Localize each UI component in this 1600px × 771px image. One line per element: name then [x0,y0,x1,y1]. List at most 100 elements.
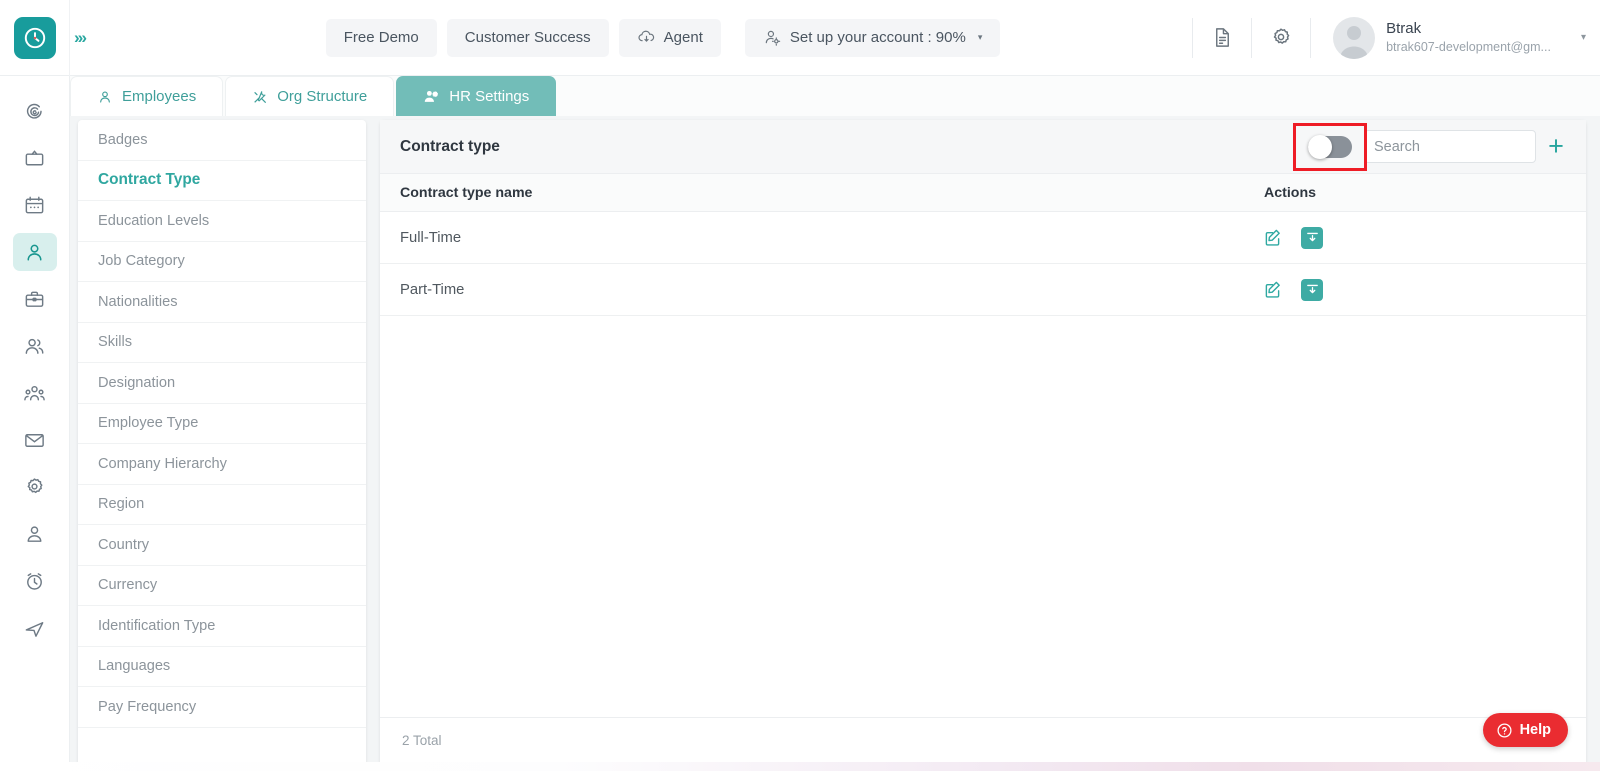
divider [1310,17,1312,58]
contract-type-panel: Contract type + Contract type name Actio… [380,120,1586,763]
column-header-actions: Actions [1264,184,1317,201]
cloud-download-icon [637,28,656,47]
gear-icon[interactable] [1258,15,1304,61]
sidebar-rail-employees[interactable] [12,233,57,271]
cell-contract-type-name: Full-Time [400,229,462,246]
page-title: Contract type [400,137,500,155]
sidebar-item-skills[interactable]: Skills [78,323,366,363]
user-menu[interactable]: Btrak btrak607-development@gm... ▾ [1317,0,1600,76]
triple-chevron-right-icon[interactable]: ››› [70,0,110,76]
sidebar-item-label: Job Category [98,253,185,270]
sidebar-item-pay-frequency[interactable]: Pay Frequency [78,687,366,728]
archive-icon[interactable] [1301,226,1323,249]
sidebar-item-region[interactable]: Region [78,485,366,525]
user-gear-icon [763,28,782,47]
sidebar-item-label: Pay Frequency [98,698,197,715]
top-icon-group [1186,0,1317,76]
free-demo-button[interactable]: Free Demo [325,18,437,57]
contract-type-table: Contract type name Actions Full-Time Par… [380,174,1586,763]
sidebar-item-identification-type[interactable]: Identification Type [78,606,366,647]
sidebar-item-currency[interactable]: Currency [78,566,366,606]
sidebar-item-label: Currency [98,577,158,594]
tab-hr-settings-label: HR Settings [449,88,530,105]
edit-icon[interactable] [1262,279,1283,300]
sidebar-item-label: Badges [98,131,148,148]
archive-icon[interactable] [1301,278,1323,301]
free-demo-label: Free Demo [343,29,419,46]
show-archived-toggle[interactable] [1308,134,1352,159]
main-tabs: Employees Org Structure HR Settings [70,76,1600,116]
top-center-actions: Free Demo Customer Success Agent Set up … [110,18,1186,57]
help-button[interactable]: Help [1482,713,1568,747]
customer-success-button[interactable]: Customer Success [446,18,609,57]
sidebar-item-label: Company Hierarchy [98,455,227,472]
sidebar-rail-profile[interactable] [13,515,57,553]
chevron-down-icon: ▾ [977,32,983,42]
bottom-gradient-strip [0,762,1600,771]
tab-employees[interactable]: Employees [70,76,224,116]
sidebar-item-company-hierarchy[interactable]: Company Hierarchy [78,444,366,485]
sidebar-item-badges[interactable]: Badges [78,120,366,161]
customer-success-label: Customer Success [464,29,591,46]
panel-header: Contract type + [380,120,1586,174]
help-label: Help [1519,722,1551,738]
sidebar-rail-screen[interactable] [13,139,57,177]
sidebar-item-label: Languages [98,658,171,675]
agent-button[interactable]: Agent [618,18,721,57]
toggle-knob [1308,134,1332,159]
sidebar-rail-settings[interactable] [13,468,57,506]
sidebar-rail-teams[interactable] [13,327,57,365]
table-row[interactable]: Part-Time [380,264,1586,316]
sidebar-rail-mail[interactable] [13,421,57,459]
column-header-name: Contract type name [400,184,533,201]
sidebar-rail-time[interactable] [13,562,57,600]
clock-logo-icon[interactable] [13,16,56,59]
edit-icon[interactable] [1262,227,1283,248]
sidebar-rail-send[interactable] [13,609,57,647]
total-count-label: 2 Total [402,733,442,748]
setup-account-button[interactable]: Set up your account : 90% ▾ [744,18,1001,57]
user-text: Btrak btrak607-development@gm... [1386,20,1551,55]
setup-account-label: Set up your account : 90% [789,29,966,46]
sidebar-rail-jobs[interactable] [13,280,57,318]
sidebar-item-label: Skills [98,334,133,351]
sidebar-rail-org[interactable] [13,374,57,412]
document-icon[interactable] [1199,15,1245,61]
person-icon [97,89,113,105]
tools-icon [252,89,268,105]
sidebar-item-job-category[interactable]: Job Category [78,242,366,282]
sidebar-item-label: Education Levels [98,212,210,229]
sidebar-item-label: Employee Type [98,415,199,432]
table-row[interactable]: Full-Time [380,212,1586,264]
search-input[interactable] [1364,130,1536,163]
divider [1192,17,1194,58]
sidebar-item-label: Identification Type [98,617,216,634]
tab-org-structure-label: Org Structure [277,88,368,105]
cell-contract-type-name: Part-Time [400,281,465,298]
sidebar-item-languages[interactable]: Languages [78,647,366,687]
top-bar: ››› Free Demo Customer Success Agent Set… [0,0,1600,76]
user-name: Btrak [1386,20,1422,37]
sidebar-item-country[interactable]: Country [78,525,366,566]
sidebar-item-nationalities[interactable]: Nationalities [78,282,366,323]
tab-hr-settings[interactable]: HR Settings [396,76,557,116]
show-archived-toggle-highlight [1293,122,1367,171]
sidebar-item-label: Designation [98,374,176,391]
sidebar-item-contract-type[interactable]: Contract Type [78,161,366,201]
sidebar-rail-calendar[interactable] [13,186,57,224]
sidebar-item-designation[interactable]: Designation [78,363,366,404]
sidebar-item-education-levels[interactable]: Education Levels [78,201,366,242]
sidebar-item-employee-type[interactable]: Employee Type [78,404,366,444]
people-settings-icon [423,88,440,105]
row-actions [1256,278,1586,301]
logo-zone [0,0,70,76]
row-actions [1256,226,1586,249]
tab-org-structure[interactable]: Org Structure [225,76,395,116]
divider [1251,17,1253,58]
table-footer: 2 Total [380,717,1586,763]
table-empty-space [380,316,1586,717]
avatar [1333,16,1376,59]
sidebar-rail-dashboard[interactable] [13,92,57,130]
add-contract-type-button[interactable]: + [1536,127,1576,167]
sidebar-item-label: Contract Type [98,171,201,189]
